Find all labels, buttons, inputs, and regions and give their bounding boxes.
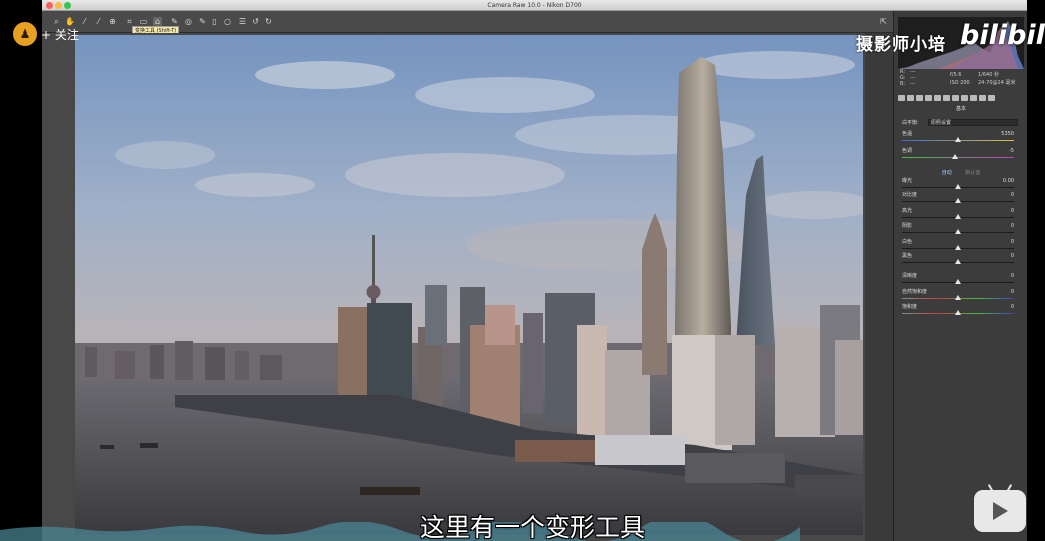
slider-value[interactable]: 0 — [1011, 239, 1014, 245]
slider-label: 阴影 — [902, 223, 913, 229]
slider-label: 对比度 — [902, 192, 918, 198]
aperture-value: f/5.6 — [950, 72, 962, 78]
tv-play-button[interactable] — [974, 484, 1026, 532]
color-sampler-icon[interactable]: ⁄ — [94, 17, 103, 26]
slider-label: 曝光 — [902, 178, 913, 184]
tone-buttons: 自动 默认值 — [894, 169, 1028, 176]
redeye-icon[interactable]: ◎ — [184, 17, 193, 26]
tab-calibration[interactable] — [970, 95, 977, 101]
adjustment-brush-icon[interactable]: ✎ — [198, 17, 207, 26]
slider-label: 色调 — [902, 148, 913, 154]
image-info: R: --- G: --- B: --- f/5.6 1/640 秒 ISO 2… — [900, 69, 1022, 95]
rotate-ccw-icon[interactable]: ↺ — [251, 17, 260, 26]
tab-effects[interactable] — [961, 95, 968, 101]
channel-watermark: 摄影师小培 — [856, 35, 946, 55]
radial-filter-icon[interactable]: ○ — [223, 17, 232, 26]
iso-value: ISO 200 — [950, 80, 970, 86]
shanghai-skyline-photo — [75, 35, 863, 535]
subtitle: 这里有一个变形工具 — [419, 513, 645, 541]
tab-transform[interactable] — [952, 95, 959, 101]
straighten-icon[interactable]: ▭ — [139, 17, 148, 26]
rotate-cw-icon[interactable]: ↻ — [264, 17, 273, 26]
slider-row: 色调 -5 — [902, 148, 1020, 164]
photo-preview[interactable] — [75, 35, 863, 535]
shutter-value: 1/640 秒 — [978, 72, 999, 78]
fullscreen-icon[interactable]: ⇱ — [879, 17, 888, 26]
slider-row: 自然饱和度 0 — [902, 289, 1020, 305]
slider-label: 黑色 — [902, 253, 913, 259]
slider-thumb[interactable] — [955, 137, 961, 142]
targeted-adjust-icon[interactable]: ⊕ — [108, 17, 117, 26]
b-label: B: — [900, 81, 906, 87]
title-bar: Camera Raw 10.0 - Nikon D700 — [42, 0, 1027, 11]
slider-thumb[interactable] — [955, 229, 961, 234]
slider-value[interactable]: 0 — [1011, 304, 1014, 310]
slider-row: 阴影 0 — [902, 223, 1020, 239]
panel-tabs — [898, 93, 1024, 103]
slider-value[interactable]: 0 — [1011, 253, 1014, 259]
slider-label: 清晰度 — [902, 273, 918, 279]
white-balance-icon[interactable]: ⁄ — [80, 17, 89, 26]
wb-label: 白平衡: — [902, 120, 919, 126]
slider-label: 白色 — [902, 239, 913, 245]
slider-track[interactable] — [902, 157, 1014, 158]
slider-label: 色温 — [902, 131, 913, 137]
slider-row: 饱和度 0 — [902, 304, 1020, 320]
tab-split-toning[interactable] — [934, 95, 941, 101]
crop-icon[interactable]: ⌗ — [125, 17, 134, 26]
slider-label: 饱和度 — [902, 304, 918, 310]
slider-row: 对比度 0 — [902, 192, 1020, 208]
slider-row: 高光 0 — [902, 208, 1020, 224]
slider-thumb[interactable] — [955, 279, 961, 284]
preferences-icon[interactable]: ☰ — [238, 17, 247, 26]
slider-label: 自然饱和度 — [902, 289, 928, 295]
tab-snapshots[interactable] — [988, 95, 995, 101]
follow-area[interactable]: ♟ + 关注 — [13, 22, 79, 46]
slider-thumb[interactable] — [955, 310, 961, 315]
wb-select[interactable]: 原照设置 — [928, 119, 1018, 126]
tab-tone-curve[interactable] — [907, 95, 914, 101]
section-title: 基本 — [955, 106, 966, 112]
auto-button[interactable]: 自动 — [942, 169, 952, 176]
window-title: Camera Raw 10.0 - Nikon D700 — [487, 2, 582, 9]
slider-value[interactable]: 0.00 — [1003, 178, 1014, 184]
tab-hsl[interactable] — [925, 95, 932, 101]
adjustments-panel: R: --- G: --- B: --- f/5.6 1/640 秒 ISO 2… — [893, 11, 1027, 541]
tab-basic[interactable] — [898, 95, 905, 101]
slider-value[interactable]: 0 — [1011, 208, 1014, 214]
play-icon — [993, 502, 1008, 520]
slider-thumb[interactable] — [955, 295, 961, 300]
lens-value: 24-70@24 毫米 — [978, 80, 1016, 86]
default-button[interactable]: 默认值 — [965, 169, 980, 176]
camera-raw-window: Camera Raw 10.0 - Nikon D700 ⌕ ✋ ⁄ ⁄ ⊕ ⌗… — [42, 0, 1027, 541]
slider-row: 清晰度 0 — [902, 273, 1020, 289]
slider-value[interactable]: 0 — [1011, 192, 1014, 198]
slider-value[interactable]: -5 — [1009, 148, 1014, 154]
slider-thumb[interactable] — [955, 259, 961, 264]
slider-thumb[interactable] — [955, 184, 961, 189]
uploader-avatar[interactable]: ♟ — [13, 22, 37, 46]
slider-value[interactable]: 0 — [1011, 223, 1014, 229]
tab-detail[interactable] — [916, 95, 923, 101]
site-logo: bilibili — [960, 20, 1045, 51]
tab-lens[interactable] — [943, 95, 950, 101]
tab-presets[interactable] — [979, 95, 986, 101]
slider-thumb[interactable] — [951, 154, 958, 159]
slider-value[interactable]: 0 — [1011, 289, 1014, 295]
transform-icon[interactable]: ⌂ — [153, 17, 162, 26]
spot-removal-icon[interactable]: ✎ — [170, 17, 179, 26]
slider-thumb[interactable] — [955, 214, 961, 219]
screen: { "window": {"title": "Camera Raw 10.0 -… — [0, 0, 1045, 541]
graduated-filter-icon[interactable]: ▯ — [210, 17, 219, 26]
b-value: --- — [910, 81, 916, 87]
slider-value[interactable]: 0 — [1011, 273, 1014, 279]
slider-label: 高光 — [902, 208, 913, 214]
slider-row: 色温 5350 — [902, 131, 1020, 147]
white-balance-row: 白平衡: 原照设置 — [902, 119, 1020, 127]
slider-value[interactable]: 5350 — [1001, 131, 1014, 137]
slider-thumb[interactable] — [955, 245, 961, 250]
slider-row: 黑色 0 — [902, 253, 1020, 269]
follow-button[interactable]: + 关注 — [41, 26, 79, 43]
slider-thumb[interactable] — [955, 198, 961, 203]
